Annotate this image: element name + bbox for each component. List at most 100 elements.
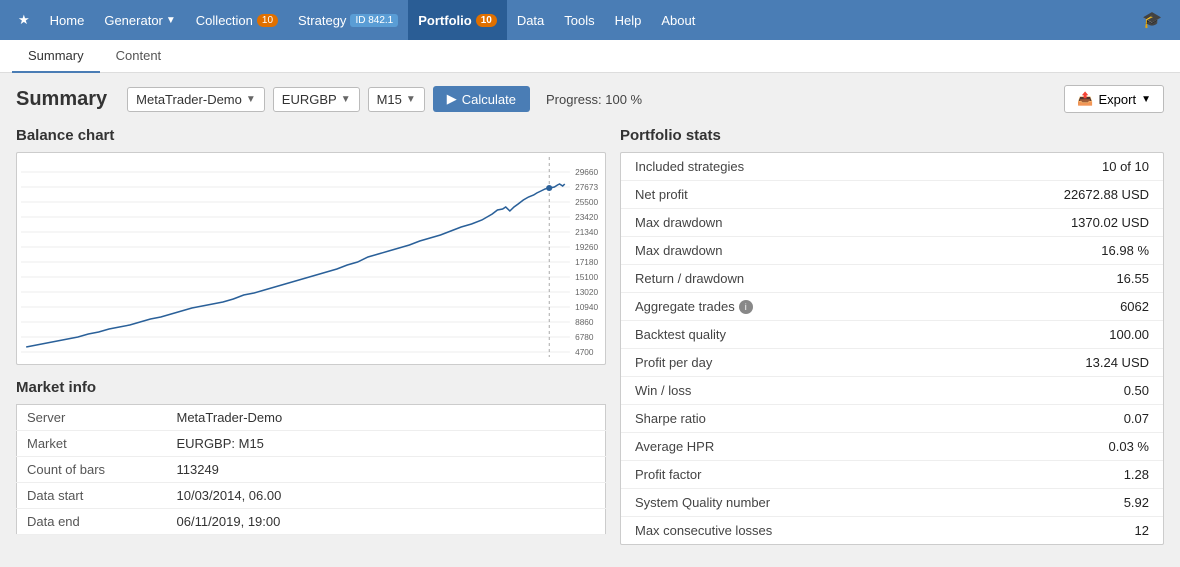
nav-item-settings[interactable]: 🎓: [1132, 0, 1172, 40]
portfolio-badge: 10: [476, 14, 497, 27]
svg-text:6780: 6780: [575, 333, 594, 342]
nav-item-home[interactable]: Home: [40, 0, 95, 40]
main-content: Summary MetaTrader-Demo ▼ EURGBP ▼ M15 ▼…: [0, 73, 1180, 557]
chevron-down-icon: ▼: [246, 94, 256, 105]
stats-row: Max consecutive losses 12: [621, 517, 1163, 544]
portfolio-stats-container: Included strategies 10 of 10 Net profit 226…: [620, 152, 1164, 545]
stats-value: 16.55: [1116, 271, 1149, 286]
server-dropdown[interactable]: MetaTrader-Demo ▼: [127, 87, 265, 112]
right-column: Portfolio stats Included strategies10 of…: [620, 127, 1164, 545]
stats-value: 0.50: [1124, 383, 1149, 398]
chevron-down-icon: ▼: [1141, 94, 1151, 105]
stats-row: Max drawdown 1370.02 USD: [621, 209, 1163, 237]
nav-item-strategy[interactable]: Strategy ID 842.1: [288, 0, 408, 40]
stats-label: Max drawdown: [635, 243, 722, 258]
balance-chart-svg: 29660 27673 25500 23420 21340 19260 1718…: [21, 157, 601, 357]
nav-item-help[interactable]: Help: [605, 0, 652, 40]
market-info-table: ServerMetaTrader-DemoMarketEURGBP: M15Co…: [16, 404, 606, 535]
tab-content[interactable]: Content: [100, 40, 178, 73]
stats-value: 5.92: [1124, 495, 1149, 510]
svg-text:29660: 29660: [575, 168, 598, 177]
nav-item-data[interactable]: Data: [507, 0, 554, 40]
market-info-row: Data end06/11/2019, 19:00: [17, 509, 606, 535]
top-nav: ★ Home Generator ▼ Collection 10 Strateg…: [0, 0, 1180, 40]
stats-value: 22672.88 USD: [1064, 187, 1149, 202]
svg-text:15100: 15100: [575, 273, 598, 282]
chevron-down-icon: ▼: [406, 94, 416, 105]
market-info-row: Data start10/03/2014, 06.00: [17, 483, 606, 509]
market-info-title: Market info: [16, 379, 606, 396]
tf-dropdown[interactable]: M15 ▼: [368, 87, 425, 112]
balance-chart-container: 29660 27673 25500 23420 21340 19260 1718…: [16, 152, 606, 365]
stats-label: Included strategies: [635, 159, 744, 174]
stats-value: 13.24 USD: [1085, 355, 1149, 370]
stats-label: Backtest quality: [635, 327, 726, 342]
nav-item-portfolio[interactable]: Portfolio 10: [408, 0, 507, 40]
stats-row: Sharpe ratio0.07: [621, 405, 1163, 433]
progress-text: Progress: 100 %: [546, 92, 642, 107]
nav-help-label: Help: [615, 13, 642, 28]
stats-label: Max consecutive losses: [635, 523, 772, 538]
mortarboard-icon: 🎓: [1142, 10, 1162, 30]
pair-dropdown[interactable]: EURGBP ▼: [273, 87, 360, 112]
star-icon: ★: [18, 12, 30, 28]
stats-label: Aggregate trades i: [635, 299, 753, 314]
svg-text:23420: 23420: [575, 213, 598, 222]
stats-value: 100.00: [1109, 327, 1149, 342]
stats-label: Return / drawdown: [635, 271, 744, 286]
stats-row: Average HPR0.03 %: [621, 433, 1163, 461]
export-icon: 📤: [1077, 91, 1093, 107]
export-button[interactable]: 📤 Export ▼: [1064, 85, 1164, 113]
tab-summary[interactable]: Summary: [12, 40, 100, 73]
stats-value: 16.98 %: [1101, 243, 1149, 258]
stats-row: Win / loss 0.50: [621, 377, 1163, 405]
stats-label: Max drawdown: [635, 215, 722, 230]
stats-label: System Quality number: [635, 495, 770, 510]
nav-generator-label: Generator: [104, 13, 163, 28]
info-icon[interactable]: i: [739, 300, 753, 314]
stats-label: Profit factor: [635, 467, 701, 482]
stats-value: 1370.02 USD: [1071, 215, 1149, 230]
nav-home-label: Home: [50, 13, 85, 28]
stats-value: 1.28: [1124, 467, 1149, 482]
stats-label: Profit per day: [635, 355, 712, 370]
stats-label: Sharpe ratio: [635, 411, 706, 426]
stats-value: 10 of 10: [1102, 159, 1149, 174]
tab-bar: Summary Content: [0, 40, 1180, 73]
left-column: Balance chart: [16, 127, 606, 545]
stats-row: Profit per day 13.24 USD: [621, 349, 1163, 377]
calculate-button[interactable]: ▶ Calculate: [433, 86, 530, 112]
toolbar-row: Summary MetaTrader-Demo ▼ EURGBP ▼ M15 ▼…: [16, 85, 1164, 113]
nav-about-label: About: [661, 13, 695, 28]
stats-label: Average HPR: [635, 439, 714, 454]
svg-text:10940: 10940: [575, 303, 598, 312]
stats-value: 6062: [1120, 299, 1149, 314]
nav-item-about[interactable]: About: [651, 0, 705, 40]
stats-row: Profit factor 1.28: [621, 461, 1163, 489]
stats-label: Win / loss: [635, 383, 691, 398]
balance-chart-section: Balance chart: [16, 127, 606, 365]
stats-row: Net profit 22672.88 USD: [621, 181, 1163, 209]
two-col-layout: Balance chart: [16, 127, 1164, 545]
balance-chart-title: Balance chart: [16, 127, 606, 144]
strategy-id-badge: ID 842.1: [350, 14, 398, 27]
stats-value: 12: [1135, 523, 1149, 538]
market-info-section: Market info ServerMetaTrader-DemoMarketE…: [16, 379, 606, 535]
stats-row: Backtest quality 100.00: [621, 321, 1163, 349]
stats-row: Max drawdown 16.98 %: [621, 237, 1163, 265]
stats-row: Return / drawdown 16.55: [621, 265, 1163, 293]
collection-badge: 10: [257, 14, 278, 27]
nav-item-star[interactable]: ★: [8, 0, 40, 40]
market-info-row: ServerMetaTrader-Demo: [17, 405, 606, 431]
nav-data-label: Data: [517, 13, 544, 28]
svg-text:17180: 17180: [575, 258, 598, 267]
nav-portfolio-label: Portfolio: [418, 13, 471, 28]
nav-item-generator[interactable]: Generator ▼: [94, 0, 185, 40]
svg-text:19260: 19260: [575, 243, 598, 252]
svg-text:8860: 8860: [575, 318, 594, 327]
stats-row: System Quality number 5.92: [621, 489, 1163, 517]
nav-item-tools[interactable]: Tools: [554, 0, 604, 40]
svg-text:4700: 4700: [575, 348, 594, 357]
nav-item-collection[interactable]: Collection 10: [186, 0, 288, 40]
stats-label: Net profit: [635, 187, 688, 202]
